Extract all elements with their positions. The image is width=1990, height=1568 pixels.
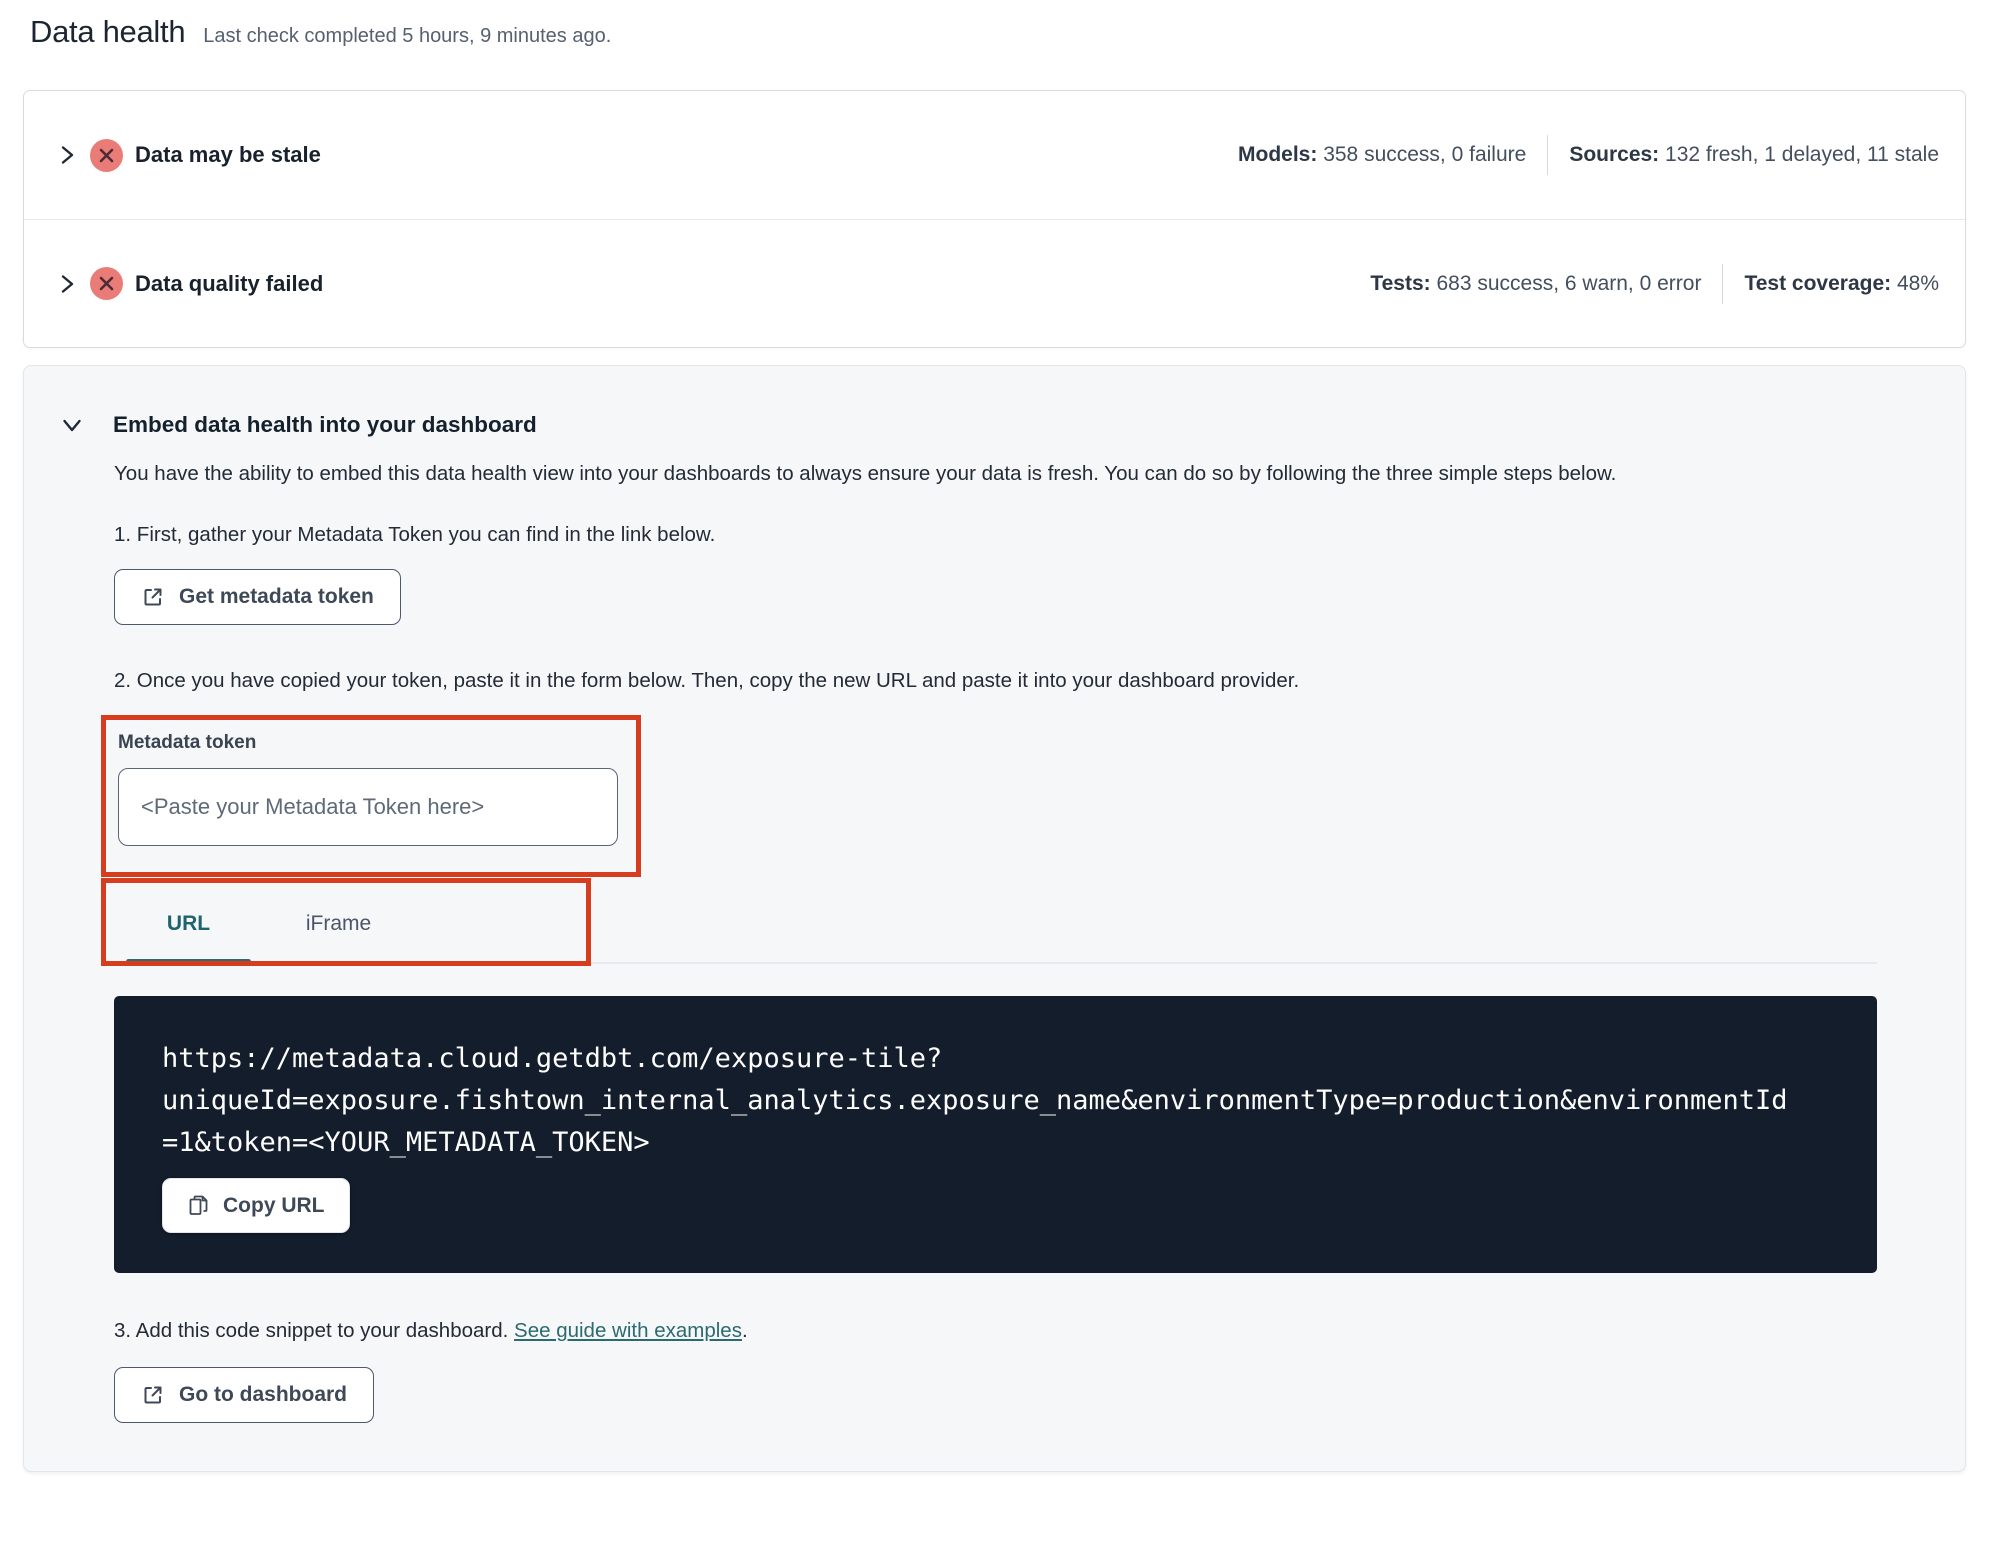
copy-url-label: Copy URL: [223, 1193, 325, 1217]
page-title: Data health: [30, 14, 186, 49]
stat-divider: [1547, 135, 1549, 175]
tab-iframe[interactable]: iFrame: [251, 890, 426, 962]
embed-url-text: https://metadata.cloud.getdbt.com/exposu…: [162, 1043, 1788, 1158]
step-1-text: 1. First, gather your Metadata Token you…: [114, 523, 716, 546]
embed-description: You have the ability to embed this data …: [114, 462, 1617, 485]
chevron-down-icon[interactable]: [61, 414, 83, 436]
embed-output-tabs: URL iFrame: [114, 890, 1877, 964]
tests-stat: Tests: 683 success, 6 warn, 0 error: [1370, 271, 1702, 295]
stat-divider: [1722, 263, 1724, 304]
token-form-annotation-box: Metadata token: [101, 715, 641, 877]
status-row-stats: Tests: 683 success, 6 warn, 0 error Test…: [1370, 263, 1939, 304]
see-guide-link[interactable]: See guide with examples: [514, 1319, 742, 1342]
copy-url-button[interactable]: Copy URL: [162, 1178, 350, 1233]
tabbar-row: URL iFrame: [101, 878, 1877, 966]
chevron-right-icon[interactable]: [56, 273, 78, 295]
get-metadata-token-label: Get metadata token: [179, 585, 374, 608]
models-stat: Models: 358 success, 0 failure: [1238, 143, 1527, 166]
tab-url[interactable]: URL: [126, 890, 251, 964]
status-row-title: Data may be stale: [135, 142, 321, 167]
status-row-title: Data quality failed: [135, 270, 324, 296]
go-to-dashboard-label: Go to dashboard: [179, 1383, 347, 1406]
page-header: Data health Last check completed 5 hours…: [0, 0, 1990, 50]
sources-stat: Sources: 132 fresh, 1 delayed, 11 stale: [1569, 143, 1939, 166]
external-link-icon: [141, 585, 165, 609]
embed-section-title: Embed data health into your dashboard: [113, 412, 537, 437]
embed-url-code-block: https://metadata.cloud.getdbt.com/exposu…: [114, 996, 1877, 1273]
get-metadata-token-button[interactable]: Get metadata token: [114, 569, 401, 625]
go-to-dashboard-button[interactable]: Go to dashboard: [114, 1367, 374, 1423]
last-check-status: Last check completed 5 hours, 9 minutes …: [203, 25, 612, 47]
step-3-text: 3. Add this code snippet to your dashboa…: [114, 1319, 748, 1342]
external-link-icon: [141, 1383, 165, 1407]
x-circle-icon: [90, 138, 123, 172]
embed-section-body: You have the ability to embed this data …: [101, 458, 1877, 1423]
embed-section-card: Embed data health into your dashboard Yo…: [23, 365, 1966, 1472]
copy-icon: [187, 1194, 210, 1217]
x-circle-icon: [90, 267, 123, 300]
status-row-stats: Models: 358 success, 0 failure Sources: …: [1238, 135, 1939, 175]
metadata-token-input[interactable]: [118, 768, 618, 846]
chevron-right-icon[interactable]: [56, 144, 78, 166]
status-row-stale[interactable]: Data may be stale Models: 358 success, 0…: [24, 91, 1965, 219]
test-coverage-stat: Test coverage: 48%: [1744, 271, 1939, 295]
step-2-text: 2. Once you have copied your token, past…: [114, 669, 1300, 692]
metadata-token-label: Metadata token: [118, 732, 257, 753]
embed-section-header[interactable]: Embed data health into your dashboard: [24, 412, 1965, 438]
status-row-quality[interactable]: Data quality failed Tests: 683 success, …: [24, 219, 1965, 347]
status-card: Data may be stale Models: 358 success, 0…: [23, 90, 1966, 348]
